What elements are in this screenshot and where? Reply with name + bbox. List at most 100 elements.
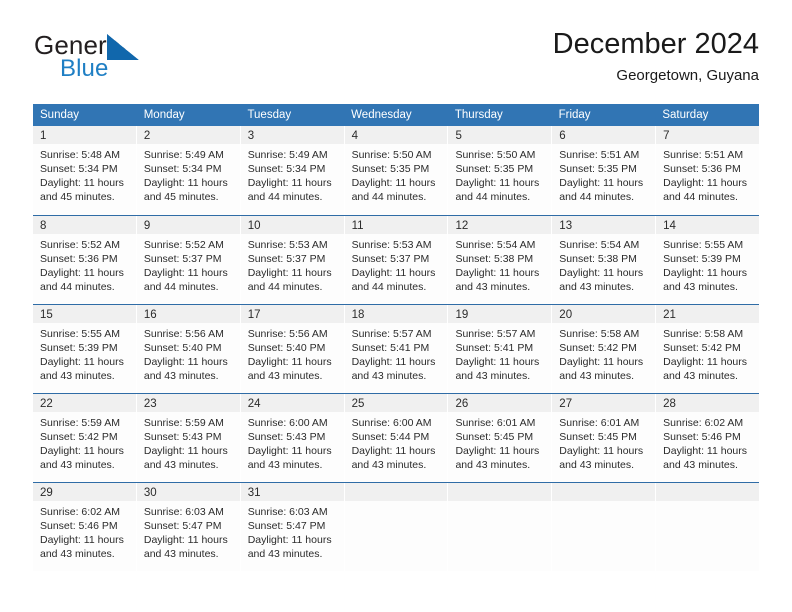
daylight-text: Daylight: 11 hours and 43 minutes. [143,534,228,561]
day-cell[interactable]: 24 Sunrise: 6:00 AM Sunset: 5:43 PM Dayligh… [239,394,344,482]
calendar-week-row: 29 Sunrise: 6:02 AM Sunset: 5:46 PM Dayligh… [33,482,760,571]
day-number: 24 [247,398,261,410]
calendar-grid: Sunday Monday Tuesday Wednesday Thursday Frid… [33,104,760,571]
day-cell[interactable]: 5 Sunrise: 5:50 AM Sunset: 5:35 PM Daylight… [447,126,552,215]
sunset-text: Sunset: 5:36 PM [40,253,118,266]
sunrise-text: Sunrise: 5:53 AM [351,239,432,251]
day-details: Sunrise: 5:58 AM Sunset: 5:42 PM Daylight:… [552,323,655,383]
day-number-band: 24 [240,394,344,412]
day-cell[interactable]: 15 Sunrise: 5:55 AM Sunset: 5:39 PM Dayligh… [33,305,136,393]
sunset-text: Sunset: 5:41 PM [351,342,430,355]
day-cell[interactable]: 16 Sunrise: 5:56 AM Sunset: 5:40 PM Dayligh… [135,305,240,393]
daylight-text: Daylight: 11 hours and 43 minutes. [663,267,748,294]
day-number: 9 [143,220,151,232]
day-cell[interactable]: 3 Sunrise: 5:49 AM Sunset: 5:34 PM Daylight… [239,126,344,215]
day-number: 31 [247,487,261,499]
daylight-text: Daylight: 11 hours and 43 minutes. [455,445,540,472]
day-details: Sunrise: 5:51 AM Sunset: 5:35 PM Daylight:… [552,144,655,204]
sunset-text: Sunset: 5:35 PM [455,163,534,176]
sunrise-text: Sunrise: 5:55 AM [40,328,120,340]
daylight-text: Daylight: 11 hours and 44 minutes. [247,177,332,204]
sunset-text: Sunset: 5:36 PM [663,163,741,176]
sunset-text: Sunset: 5:40 PM [247,342,326,355]
day-details: Sunrise: 5:49 AM Sunset: 5:34 PM Daylight:… [137,144,240,204]
day-details: Sunrise: 6:02 AM Sunset: 5:46 PM Daylight:… [656,412,759,472]
day-number-band: 29 [33,483,136,501]
day-cell[interactable]: 17 Sunrise: 5:56 AM Sunset: 5:40 PM Dayligh… [239,305,344,393]
weekday-header-friday: Friday [558,109,591,121]
day-cell[interactable]: 10 Sunrise: 5:53 AM Sunset: 5:37 PM Dayligh… [239,216,344,304]
day-cell[interactable]: 1 Sunrise: 5:48 AM Sunset: 5:34 PM Daylight… [33,126,136,215]
day-cell[interactable]: 20 Sunrise: 5:58 AM Sunset: 5:42 PM Dayligh… [551,305,656,393]
day-details: Sunrise: 5:52 AM Sunset: 5:37 PM Daylight:… [137,234,240,294]
day-cell[interactable]: 25 Sunrise: 6:00 AM Sunset: 5:44 PM Dayligh… [343,394,448,482]
sunrise-text: Sunrise: 6:01 AM [559,417,640,429]
daylight-text: Daylight: 11 hours and 43 minutes. [559,445,644,472]
day-number-band: 26 [448,394,552,412]
sunset-text: Sunset: 5:42 PM [40,431,118,444]
daylight-text: Daylight: 11 hours and 43 minutes. [559,267,644,294]
weekday-header-wednesday: Wednesday [351,109,412,121]
day-cell[interactable]: 23 Sunrise: 5:59 AM Sunset: 5:43 PM Dayligh… [135,394,240,482]
weekday-header-row: Sunday Monday Tuesday Wednesday Thursday Frid… [33,104,759,126]
day-number: 25 [351,398,365,410]
day-cell[interactable]: 7 Sunrise: 5:51 AM Sunset: 5:36 PM Daylight… [655,126,760,215]
day-number-band: 18 [344,305,448,323]
day-cell[interactable]: 18 Sunrise: 5:57 AM Sunset: 5:41 PM Dayligh… [343,305,448,393]
day-cell[interactable]: 29 Sunrise: 6:02 AM Sunset: 5:46 PM Dayligh… [33,483,136,571]
day-cell[interactable]: 27 Sunrise: 6:01 AM Sunset: 5:45 PM Dayligh… [551,394,656,482]
day-number: 8 [40,220,47,232]
day-number: 30 [143,487,157,499]
day-cell[interactable]: 8 Sunrise: 5:52 AM Sunset: 5:36 PM Daylight… [33,216,136,304]
day-cell[interactable]: 19 Sunrise: 5:57 AM Sunset: 5:41 PM Dayligh… [447,305,552,393]
sunrise-text: Sunrise: 6:03 AM [247,506,328,518]
daylight-text: Daylight: 11 hours and 43 minutes. [143,356,228,383]
day-details: Sunrise: 6:00 AM Sunset: 5:43 PM Daylight:… [241,412,344,472]
title-block: December 2024 Georgetown, Guyana [553,26,759,87]
day-cell[interactable]: 4 Sunrise: 5:50 AM Sunset: 5:35 PM Daylight… [343,126,448,215]
day-details: Sunrise: 5:59 AM Sunset: 5:42 PM Daylight:… [33,412,136,472]
sunrise-text: Sunrise: 5:57 AM [455,328,536,340]
day-number: 14 [663,220,676,232]
sunrise-text: Sunrise: 5:58 AM [663,328,744,340]
day-details: Sunrise: 5:56 AM Sunset: 5:40 PM Daylight:… [137,323,240,383]
day-cell[interactable]: 28 Sunrise: 6:02 AM Sunset: 5:46 PM Dayligh… [655,394,760,482]
day-details: Sunrise: 5:54 AM Sunset: 5:38 PM Daylight:… [552,234,655,294]
day-cell[interactable]: 6 Sunrise: 5:51 AM Sunset: 5:35 PM Daylight… [551,126,656,215]
daylight-text: Daylight: 11 hours and 43 minutes. [455,356,540,383]
daylight-text: Daylight: 11 hours and 43 minutes. [351,445,436,472]
general-blue-logo[interactable]: General Blue [33,30,243,92]
day-number-band: 1 [33,126,136,144]
day-cell[interactable]: 30 Sunrise: 6:03 AM Sunset: 5:47 PM Dayligh… [135,483,240,571]
day-cell[interactable]: 9 Sunrise: 5:52 AM Sunset: 5:37 PM Daylight… [135,216,240,304]
day-cell[interactable]: 31 Sunrise: 6:03 AM Sunset: 5:47 PM Dayligh… [239,483,344,571]
day-cell[interactable]: 12 Sunrise: 5:54 AM Sunset: 5:38 PM Dayligh… [447,216,552,304]
daylight-text: Daylight: 11 hours and 44 minutes. [559,177,644,204]
day-number: 19 [455,309,469,321]
calendar-week-row: 22 Sunrise: 5:59 AM Sunset: 5:42 PM Dayligh… [33,393,760,482]
day-details: Sunrise: 6:03 AM Sunset: 5:47 PM Daylight:… [137,501,240,561]
sunrise-text: Sunrise: 5:51 AM [663,149,744,161]
day-cell[interactable]: 11 Sunrise: 5:53 AM Sunset: 5:37 PM Dayligh… [343,216,448,304]
day-cell[interactable]: 14 Sunrise: 5:55 AM Sunset: 5:39 PM Dayligh… [655,216,760,304]
daylight-text: Daylight: 11 hours and 44 minutes. [247,267,332,294]
weekday-header-saturday: Saturday [662,109,709,121]
sunrise-text: Sunrise: 5:55 AM [663,239,744,251]
sunrise-text: Sunrise: 5:49 AM [143,149,224,161]
daylight-text: Daylight: 11 hours and 44 minutes. [663,177,748,204]
day-cell[interactable]: 26 Sunrise: 6:01 AM Sunset: 5:45 PM Dayligh… [447,394,552,482]
day-number: 29 [40,487,53,499]
day-number: 22 [40,398,53,410]
logo-text-blue: Blue [60,55,109,82]
daylight-text: Daylight: 11 hours and 43 minutes. [247,356,332,383]
day-number-band: 7 [656,126,760,144]
day-cell[interactable]: 21 Sunrise: 5:58 AM Sunset: 5:42 PM Dayligh… [655,305,760,393]
day-cell[interactable]: 22 Sunrise: 5:59 AM Sunset: 5:42 PM Dayligh… [33,394,136,482]
day-cell[interactable]: 2 Sunrise: 5:49 AM Sunset: 5:34 PM Daylight… [135,126,240,215]
day-number-band: 23 [136,394,240,412]
weekday-header-thursday: Thursday [454,109,503,121]
sunset-text: Sunset: 5:35 PM [559,163,637,176]
sunset-text: Sunset: 5:34 PM [40,163,118,176]
weekday-header-tuesday: Tuesday [247,109,292,121]
day-cell[interactable]: 13 Sunrise: 5:54 AM Sunset: 5:38 PM Dayligh… [551,216,656,304]
